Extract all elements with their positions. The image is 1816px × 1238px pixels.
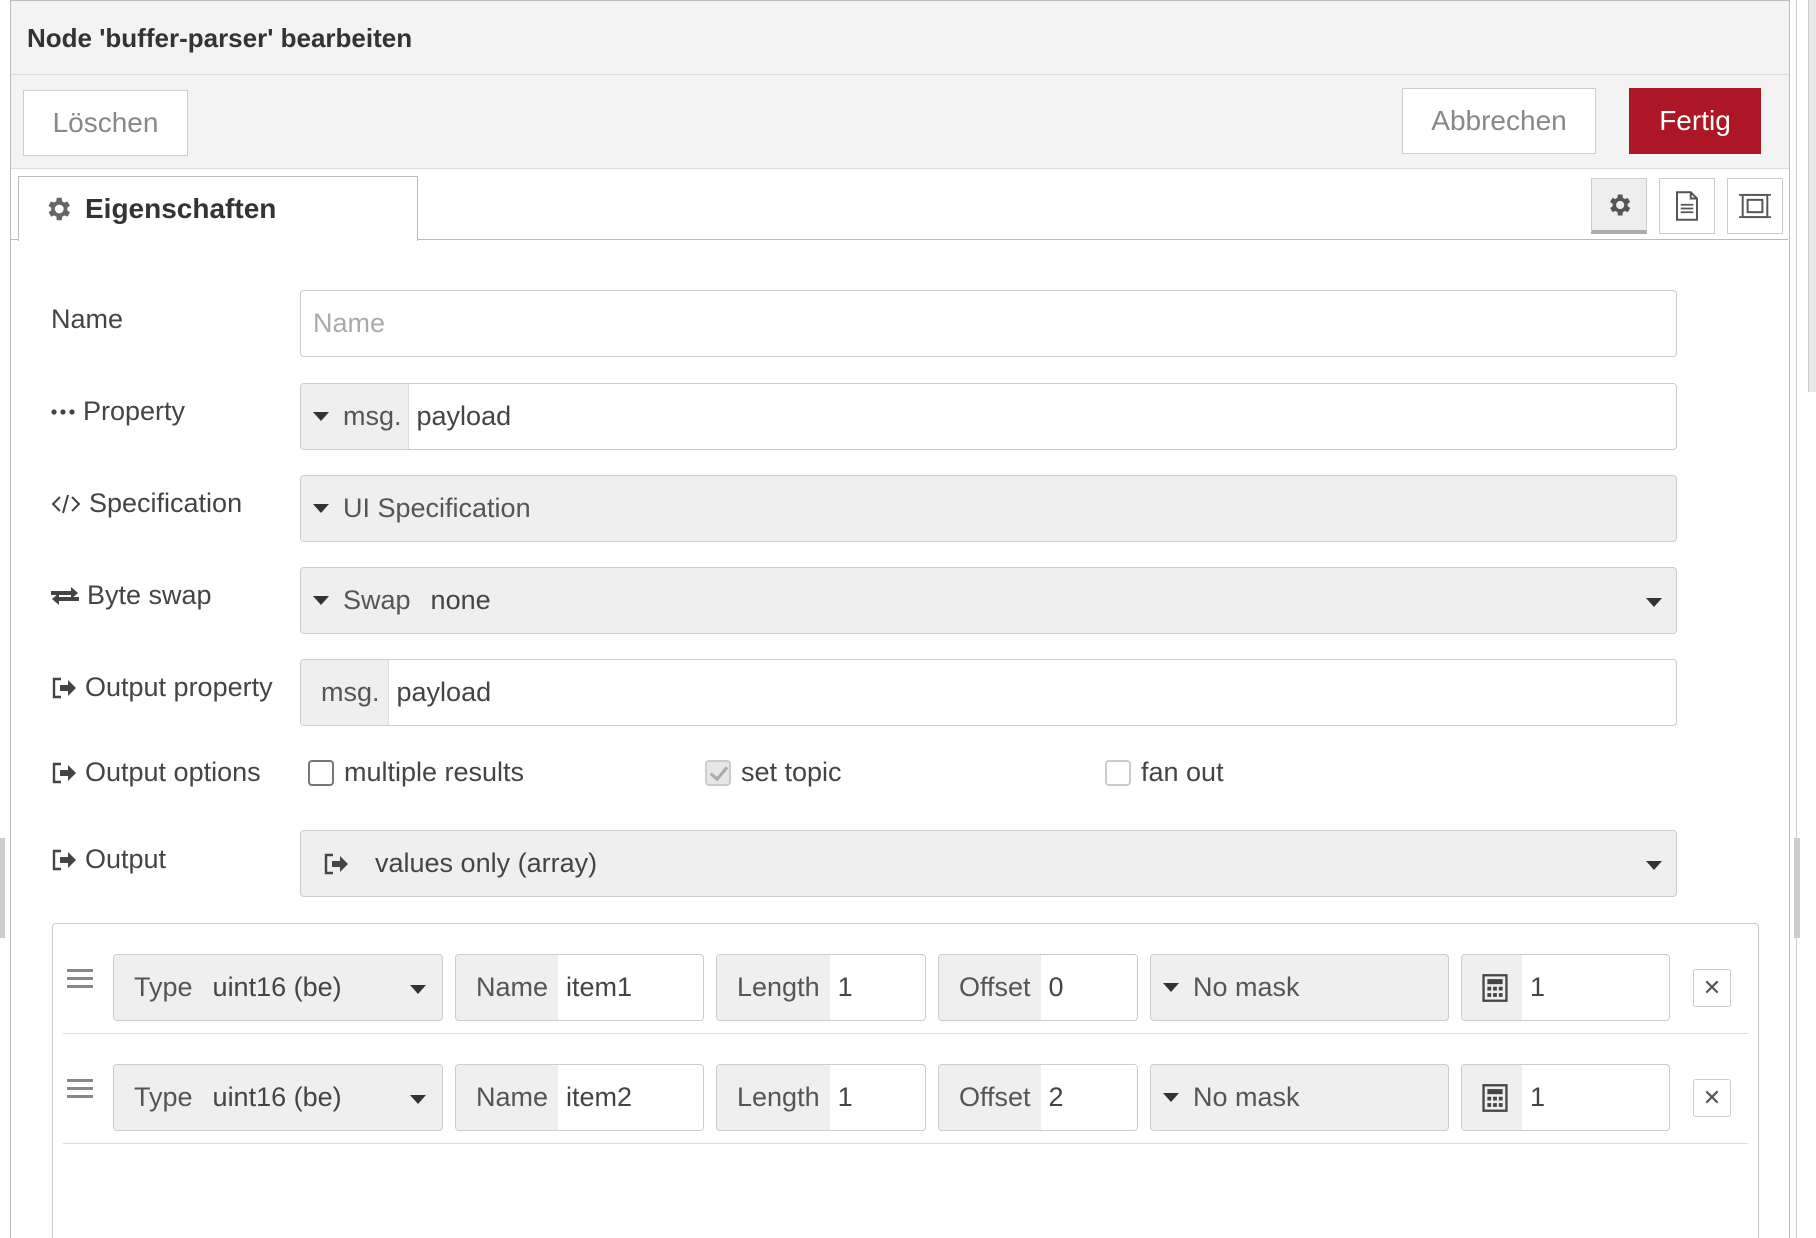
list-item: Type uint16 (be) Name item2 Length 1 Off…: [63, 1034, 1748, 1144]
sign-out-icon: [52, 849, 76, 870]
dialog-button-bar: Löschen Abbrechen Fertig: [11, 75, 1789, 169]
chevron-down-icon: [1646, 598, 1662, 607]
fan-out-checkbox[interactable]: [1105, 759, 1131, 786]
set-topic-checkbox[interactable]: [705, 759, 731, 786]
item-length-field[interactable]: Length 1: [716, 1064, 926, 1131]
code-icon: [51, 494, 81, 513]
tab-row: Eigenschaften: [11, 169, 1789, 241]
caret-down-icon: [313, 504, 329, 513]
option-set-topic[interactable]: set topic: [705, 757, 842, 788]
ellipsis-icon: [51, 408, 75, 415]
property-type-select[interactable]: msg.: [301, 384, 409, 449]
specification-label: Specification: [51, 488, 242, 519]
item-name-field[interactable]: Name item2: [455, 1064, 704, 1131]
workspace-scrollbar[interactable]: [1808, 0, 1816, 392]
specification-field[interactable]: UI Specification: [300, 475, 1677, 542]
description-icon: [1676, 191, 1698, 221]
caret-down-icon: [313, 412, 329, 421]
output-select[interactable]: values only (array): [300, 830, 1677, 897]
edit-dialog: Node 'buffer-parser' bearbeiten Löschen …: [10, 0, 1790, 1238]
item-offset-field[interactable]: Offset 2: [938, 1064, 1138, 1131]
property-value[interactable]: payload: [409, 401, 512, 432]
caret-down-icon: [410, 1095, 426, 1104]
property-label: Property: [51, 396, 185, 427]
done-button[interactable]: Fertig: [1629, 88, 1761, 154]
sign-out-icon: [52, 677, 76, 698]
drag-handle-icon[interactable]: [67, 969, 93, 993]
output-property-label: Output property: [51, 672, 273, 703]
appearance-icon: [1739, 193, 1771, 219]
item-length-field[interactable]: Length 1: [716, 954, 926, 1021]
sign-out-icon: [52, 762, 76, 783]
caret-down-icon: [313, 596, 329, 605]
property-field[interactable]: msg. payload: [300, 383, 1677, 450]
cancel-button[interactable]: Abbrechen: [1402, 88, 1596, 154]
byte-swap-value[interactable]: none: [417, 585, 491, 616]
list-item: Type uint16 (be) Name item1 Length 1 Off…: [63, 924, 1748, 1034]
output-label: Output: [51, 844, 166, 875]
chevron-down-icon: [1646, 861, 1662, 870]
byte-swap-label: Byte swap: [51, 580, 212, 611]
name-label: Name: [51, 304, 124, 334]
multiple-results-checkbox[interactable]: [308, 759, 334, 786]
remove-item-button[interactable]: ✕: [1693, 1079, 1731, 1117]
caret-down-icon: [1163, 1093, 1179, 1102]
byte-swap-type-select[interactable]: Swap: [301, 568, 417, 633]
item-type-select[interactable]: Type uint16 (be): [113, 1064, 443, 1131]
left-edge: [0, 0, 10, 1238]
output-options-label: Output options: [51, 757, 261, 788]
item-list: Type uint16 (be) Name item1 Length 1 Off…: [52, 923, 1759, 1238]
sign-out-icon: [324, 853, 348, 874]
output-property-value[interactable]: payload: [389, 677, 492, 708]
drag-handle-icon[interactable]: [67, 1079, 93, 1103]
output-property-field[interactable]: msg. payload: [300, 659, 1677, 726]
item-name-field[interactable]: Name item1: [455, 954, 704, 1021]
caret-down-icon: [410, 985, 426, 994]
item-scale-field[interactable]: 1: [1461, 954, 1670, 1021]
caret-down-icon: [1163, 983, 1179, 992]
item-mask-select[interactable]: No mask: [1150, 1064, 1449, 1131]
gear-icon: [48, 197, 70, 221]
item-offset-field[interactable]: Offset 0: [938, 954, 1138, 1021]
item-scale-field[interactable]: 1: [1461, 1064, 1670, 1131]
delete-button[interactable]: Löschen: [23, 90, 188, 156]
dialog-title: Node 'buffer-parser' bearbeiten: [27, 23, 413, 53]
close-icon: ✕: [1702, 1085, 1722, 1110]
settings-tab-button[interactable]: [1591, 178, 1647, 234]
item-mask-select[interactable]: No mask: [1150, 954, 1449, 1021]
item-type-select[interactable]: Type uint16 (be): [113, 954, 443, 1021]
right-edge: [1790, 0, 1816, 1238]
gear-icon: [1610, 194, 1631, 215]
remove-item-button[interactable]: ✕: [1693, 969, 1731, 1007]
byte-swap-field[interactable]: Swap none: [300, 567, 1677, 634]
dialog-scrollbar[interactable]: [1794, 838, 1800, 938]
output-value: values only (array): [375, 848, 598, 878]
exchange-icon: [51, 586, 79, 605]
appearance-tab-button[interactable]: [1727, 178, 1783, 234]
tab-properties[interactable]: Eigenschaften: [18, 176, 418, 241]
description-tab-button[interactable]: [1659, 178, 1715, 234]
name-field[interactable]: [300, 290, 1677, 357]
dialog-header: Node 'buffer-parser' bearbeiten: [11, 1, 1789, 75]
calculator-icon: [1482, 1083, 1508, 1112]
output-property-prefix: msg.: [301, 660, 389, 725]
tab-label: Eigenschaften: [85, 193, 277, 224]
specification-select[interactable]: UI Specification: [301, 476, 537, 541]
option-multiple-results[interactable]: multiple results: [308, 757, 524, 788]
calculator-icon: [1482, 973, 1508, 1002]
name-input[interactable]: [301, 291, 1676, 356]
option-fan-out[interactable]: fan out: [1105, 757, 1224, 788]
close-icon: ✕: [1702, 975, 1722, 1000]
left-resize-handle[interactable]: [0, 838, 5, 938]
